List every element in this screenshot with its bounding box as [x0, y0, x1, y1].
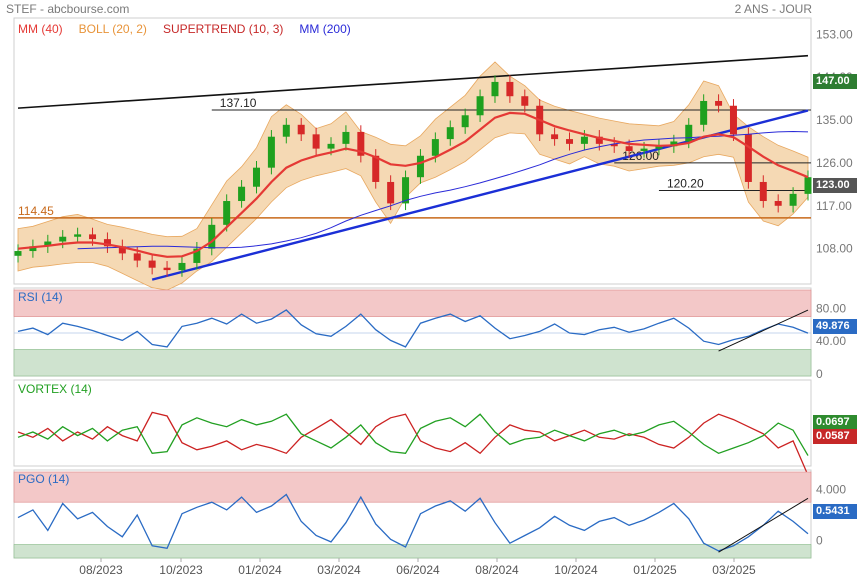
candle	[700, 100, 708, 125]
candle	[297, 124, 305, 135]
candle	[729, 105, 737, 135]
candle	[580, 136, 588, 144]
x-tick-label: 06/2024	[396, 563, 440, 577]
candle	[551, 134, 559, 140]
rsi-y-tick-label: 40.00	[816, 334, 846, 348]
pgo-trendline	[718, 497, 809, 553]
candle	[566, 139, 574, 144]
candle	[89, 234, 97, 240]
candle	[804, 177, 812, 194]
candle	[640, 148, 648, 151]
rsi-panel: 80.00 40.00 0	[13, 289, 846, 381]
x-tick-label: 01/2024	[238, 563, 282, 577]
price-panel: 137.10126.00120.20114.45	[14, 54, 812, 291]
chart-canvas: 137.10126.00120.20114.45 80.0040.000 0.0…	[13, 17, 853, 577]
candle	[685, 124, 693, 142]
candle	[74, 234, 82, 237]
pgo-panel: 4.000 0	[13, 471, 846, 559]
candle	[267, 136, 275, 168]
pgo-overbought-zone	[13, 471, 812, 503]
y-tick-label: 135.00	[816, 113, 853, 127]
x-tick-label: 10/2023	[159, 563, 203, 577]
x-tick-label: 03/2025	[712, 563, 756, 577]
candle	[625, 146, 633, 151]
rsi-y-tick-label: 0	[816, 367, 823, 381]
pgo-title: PGO (14)	[18, 472, 70, 486]
candle	[342, 131, 350, 144]
candle	[521, 96, 529, 106]
x-tick-label: 08/2023	[79, 563, 123, 577]
vortex-plus-line	[17, 413, 809, 456]
x-tick-label: 08/2024	[475, 563, 519, 577]
candle	[208, 224, 216, 249]
candle	[715, 100, 723, 106]
vortex-plus-tag: 0.0697	[813, 415, 857, 430]
candle	[431, 139, 439, 156]
rsi-title: RSI (14)	[18, 290, 63, 304]
candle	[312, 134, 320, 149]
x-tick-label: 10/2024	[554, 563, 598, 577]
y-tick-label: 117.00	[816, 199, 852, 213]
level-label: 120.20	[667, 177, 704, 191]
candle	[178, 262, 186, 271]
candle	[327, 143, 335, 149]
level-label: 137.10	[220, 96, 257, 110]
candle	[491, 81, 499, 97]
candle	[461, 115, 469, 128]
rsi-value-tag: 49.876	[813, 319, 857, 334]
rsi-overbought-zone	[13, 289, 812, 317]
candle	[387, 181, 395, 204]
candle	[744, 134, 752, 182]
candle	[163, 267, 171, 271]
candle	[282, 124, 290, 137]
vortex-title: VORTEX (14)	[18, 382, 92, 396]
y-tick-label: 126.00	[816, 156, 853, 170]
candle	[416, 155, 424, 178]
y-tick-label: 153.00	[816, 27, 853, 41]
resistance-trendline	[17, 54, 809, 109]
candle	[789, 193, 797, 206]
pgo-y-tick-label: 4.000	[816, 482, 846, 496]
rsi-y-tick-label: 80.00	[816, 301, 846, 315]
x-tick-label: 01/2025	[633, 563, 677, 577]
pgo-oversold-zone	[13, 544, 812, 559]
candle	[476, 96, 484, 116]
pgo-value-tag: 0.5431	[813, 504, 857, 519]
candle	[133, 253, 141, 261]
pgo-line	[17, 493, 809, 552]
mm200-value-tag: 147.00	[813, 74, 857, 89]
candle	[223, 201, 231, 225]
candle	[238, 186, 246, 202]
candle	[759, 181, 767, 202]
rsi-oversold-zone	[13, 349, 812, 377]
candle	[14, 251, 22, 256]
last-price-tag: 123.00	[813, 178, 857, 193]
candle	[446, 127, 454, 140]
candle	[59, 236, 67, 242]
candle	[774, 201, 782, 206]
candle	[148, 260, 156, 268]
y-tick-label: 108.00	[816, 242, 853, 256]
x-tick-label: 03/2024	[317, 563, 361, 577]
vortex-panel-frame	[13, 379, 812, 467]
vortex-minus-tag: 0.0587	[813, 429, 857, 444]
level-label: 114.45	[18, 204, 54, 218]
candle	[252, 167, 260, 187]
candle	[506, 81, 514, 97]
candle	[372, 155, 380, 182]
pgo-y-tick-label: 0	[816, 534, 823, 548]
